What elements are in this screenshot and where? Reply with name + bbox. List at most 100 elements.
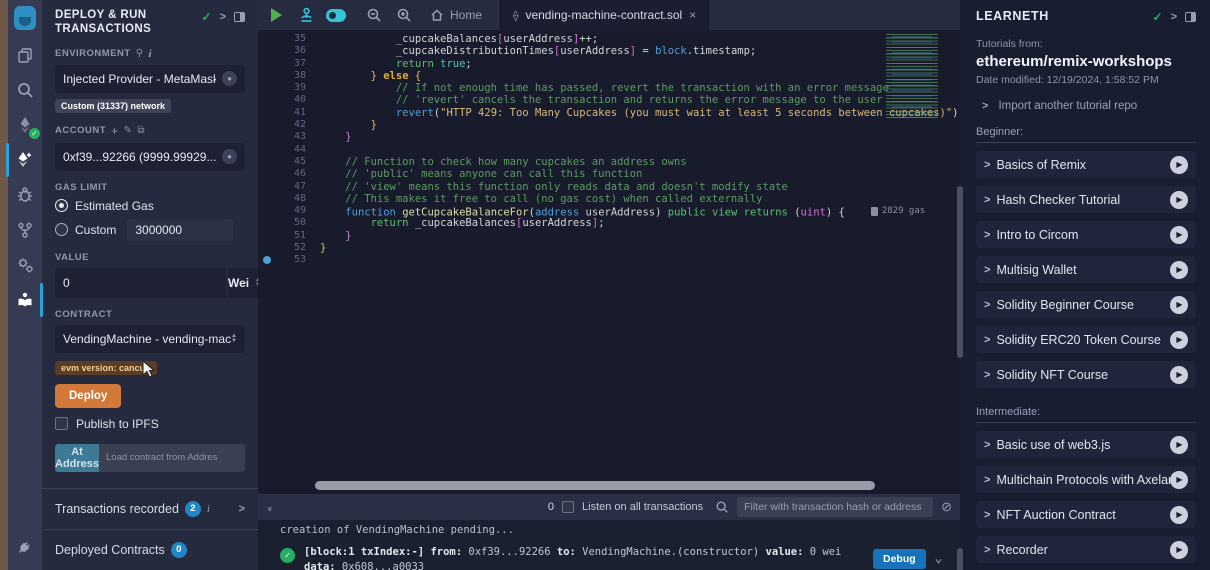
tutorial-play-button[interactable]: ▶ xyxy=(1170,261,1188,279)
transactions-expand-icon[interactable]: > xyxy=(239,503,245,515)
tutorial-play-button[interactable]: ▶ xyxy=(1170,471,1188,489)
breakpoint-gutter[interactable] xyxy=(258,181,276,193)
tutorial-expand-icon[interactable]: > xyxy=(984,264,990,276)
add-account-icon[interactable]: + xyxy=(111,124,119,138)
ai-toggle[interactable] xyxy=(326,5,346,25)
contract-select[interactable]: VendingMachine - vending-machin ▲▼ xyxy=(55,325,245,353)
custom-gas-input[interactable] xyxy=(127,219,233,241)
plug-icon[interactable] xyxy=(14,538,36,560)
at-address-input[interactable] xyxy=(99,444,245,472)
debug-button[interactable]: Debug xyxy=(873,549,926,569)
tab-vending-machine-contract[interactable]: ⟠ vending-machine-contract.sol × xyxy=(500,0,709,30)
breakpoint-gutter[interactable] xyxy=(258,82,276,94)
publish-ipfs-checkbox[interactable] xyxy=(55,417,68,430)
breakpoint-gutter[interactable] xyxy=(258,230,276,242)
env-extra-icon[interactable]: ● xyxy=(222,71,237,86)
transactions-info-icon[interactable]: i xyxy=(207,503,210,515)
walkthrough-icon[interactable] xyxy=(296,5,316,25)
tutorial-play-button[interactable]: ▶ xyxy=(1170,541,1188,559)
breakpoint-gutter[interactable] xyxy=(258,205,276,217)
breakpoint-gutter[interactable] xyxy=(258,168,276,180)
tutorial-expand-icon[interactable]: > xyxy=(984,334,990,346)
copy-account-icon[interactable]: ⧉ xyxy=(137,125,145,136)
tutorial-play-button[interactable]: ▶ xyxy=(1170,331,1188,349)
tutorial-expand-icon[interactable]: > xyxy=(984,369,990,381)
tutorial-item[interactable]: >Solidity Beginner Course▶ xyxy=(976,291,1196,318)
env-info-icon[interactable]: i xyxy=(149,48,153,60)
remix-logo-icon[interactable] xyxy=(14,5,36,31)
account-extra-icon[interactable]: ● xyxy=(222,149,237,164)
estimated-gas-radio[interactable] xyxy=(55,199,68,212)
breakpoint-gutter[interactable] xyxy=(258,58,276,70)
value-unit-select[interactable]: Wei▲▼ xyxy=(228,268,258,298)
breakpoint-gutter[interactable] xyxy=(258,217,276,229)
run-script-button[interactable] xyxy=(266,5,286,25)
tutorial-item[interactable]: >Hash Checker Tutorial▶ xyxy=(976,186,1196,213)
tutorial-play-button[interactable]: ▶ xyxy=(1170,506,1188,524)
tutorial-expand-icon[interactable]: > xyxy=(984,474,990,486)
tutorial-expand-icon[interactable]: > xyxy=(984,159,990,171)
editor-horizontal-scrollbar[interactable] xyxy=(315,481,875,490)
tutorial-item[interactable]: >Basic use of web3.js▶ xyxy=(976,431,1196,458)
tutorial-play-button[interactable]: ▶ xyxy=(1170,436,1188,454)
terminal-collapse-icon[interactable]: ⌄⌄ xyxy=(266,504,274,511)
home-tab[interactable]: Home xyxy=(430,8,482,22)
panel-pin-icon[interactable] xyxy=(234,12,245,22)
breakpoint-gutter[interactable] xyxy=(258,242,276,254)
tutorial-play-button[interactable]: ▶ xyxy=(1170,156,1188,174)
git-icon[interactable] xyxy=(14,219,36,241)
value-input[interactable] xyxy=(55,268,226,298)
breakpoint-gutter[interactable] xyxy=(258,45,276,57)
sign-message-icon[interactable]: ✎ xyxy=(124,125,133,136)
solidity-compiler-icon[interactable]: ✓ xyxy=(14,114,36,136)
breakpoint-gutter[interactable] xyxy=(258,156,276,168)
deployed-contracts-row[interactable]: Deployed Contracts 0 xyxy=(42,529,258,570)
breakpoint-gutter[interactable] xyxy=(258,193,276,205)
breakpoint-gutter[interactable] xyxy=(258,254,276,266)
tutorial-play-button[interactable]: ▶ xyxy=(1170,191,1188,209)
tutorial-item[interactable]: >Multichain Protocols with Axelar▶ xyxy=(976,466,1196,493)
breakpoint-gutter[interactable] xyxy=(258,70,276,82)
plugin-manager-icon[interactable] xyxy=(14,254,36,276)
deploy-run-icon[interactable] xyxy=(14,149,36,171)
import-tutorial-repo[interactable]: > Import another tutorial repo xyxy=(982,100,1196,112)
tutorial-item[interactable]: >Basics of Remix▶ xyxy=(976,151,1196,178)
tutorial-item[interactable]: >Multisig Wallet▶ xyxy=(976,256,1196,283)
tab-close-icon[interactable]: × xyxy=(689,8,696,22)
tutorial-item[interactable]: >NFT Auction Contract▶ xyxy=(976,501,1196,528)
at-address-button[interactable]: At Address xyxy=(55,444,99,472)
tutorial-expand-icon[interactable]: > xyxy=(984,299,990,311)
terminal-output[interactable]: creation of VendingMachine pending... ✓ … xyxy=(258,520,960,570)
tx-expand-icon[interactable]: ⌄ xyxy=(935,551,943,566)
breakpoint-gutter[interactable] xyxy=(258,33,276,45)
learneth-icon[interactable] xyxy=(14,289,36,311)
debugger-icon[interactable] xyxy=(14,184,36,206)
panel-collapse-icon[interactable]: > xyxy=(220,11,226,23)
breakpoint-gutter[interactable] xyxy=(258,107,276,119)
transactions-recorded-row[interactable]: Transactions recorded 2 i > xyxy=(42,488,258,529)
breakpoint-gutter[interactable] xyxy=(258,94,276,106)
learneth-collapse-icon[interactable]: > xyxy=(1171,11,1177,23)
tutorial-expand-icon[interactable]: > xyxy=(984,229,990,241)
tutorial-expand-icon[interactable]: > xyxy=(984,439,990,451)
tutorial-expand-icon[interactable]: > xyxy=(984,544,990,556)
deploy-button[interactable]: Deploy xyxy=(55,384,121,408)
environment-select[interactable]: Injected Provider - MetaMask ● xyxy=(55,65,245,93)
breakpoint-gutter[interactable] xyxy=(258,131,276,143)
account-select[interactable]: 0xf39...92266 (9999.99929... ● xyxy=(55,143,245,171)
listen-all-checkbox[interactable] xyxy=(562,501,574,513)
custom-gas-radio[interactable] xyxy=(55,223,68,236)
minimap[interactable] xyxy=(882,34,956,118)
tutorial-item[interactable]: >Recorder▶ xyxy=(976,536,1196,563)
tutorial-play-button[interactable]: ▶ xyxy=(1170,296,1188,314)
tutorial-item[interactable]: >Solidity NFT Course▶ xyxy=(976,361,1196,388)
tutorial-expand-icon[interactable]: > xyxy=(984,509,990,521)
terminal-filter-input[interactable] xyxy=(737,497,933,517)
clear-console-icon[interactable]: ⊘ xyxy=(941,499,952,515)
search-icon[interactable] xyxy=(14,79,36,101)
breakpoint-dot[interactable] xyxy=(263,256,271,264)
panel-scrollbar-thumb-bottom[interactable] xyxy=(957,548,963,570)
tutorial-expand-icon[interactable]: > xyxy=(984,194,990,206)
zoom-in-icon[interactable] xyxy=(394,5,414,25)
code-editor[interactable]: 35 _cupcakeBalances[userAddress]++;36 _c… xyxy=(258,30,960,494)
